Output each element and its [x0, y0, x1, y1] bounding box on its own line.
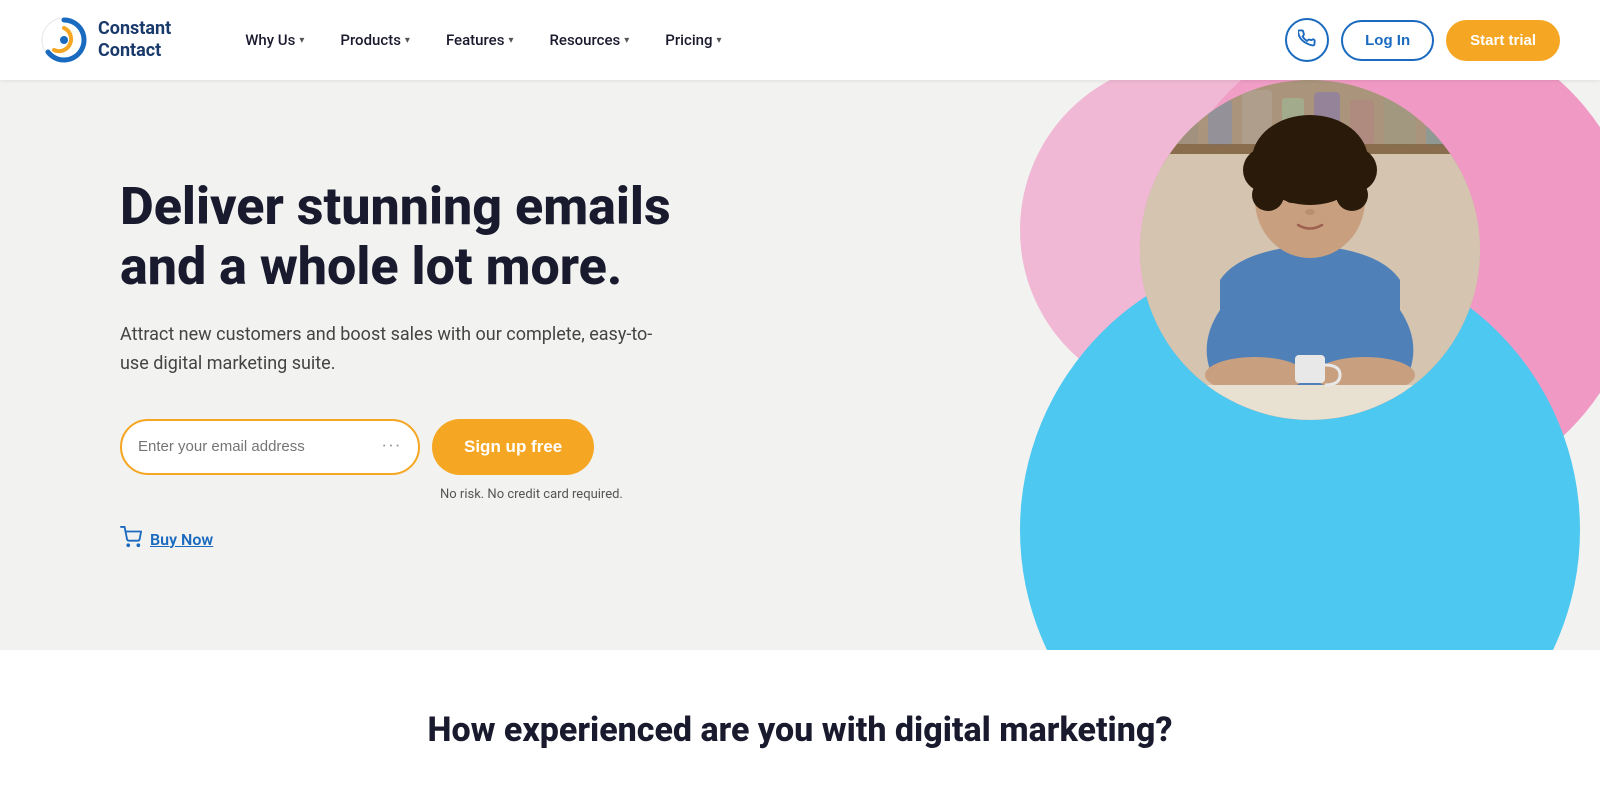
nav-item-pricing[interactable]: Pricing ▾ — [651, 23, 735, 57]
nav-item-resources[interactable]: Resources ▾ — [535, 23, 643, 57]
login-button[interactable]: Log In — [1341, 20, 1434, 61]
email-input[interactable] — [138, 438, 374, 455]
photo-circle — [1140, 80, 1480, 420]
nav-actions: Log In Start trial — [1285, 18, 1560, 62]
chevron-down-icon: ▾ — [717, 35, 722, 46]
nav-item-features[interactable]: Features ▾ — [432, 23, 528, 57]
logo[interactable]: Constant Contact — [40, 16, 171, 64]
buy-now-link[interactable]: Buy Now — [120, 526, 680, 553]
nav-label-products: Products — [340, 31, 401, 49]
nav-label-pricing: Pricing — [665, 31, 712, 49]
logo-text: Constant Contact — [98, 18, 171, 61]
navbar: Constant Contact Why Us ▾ Products ▾ Fea… — [0, 0, 1600, 80]
phone-icon — [1298, 29, 1316, 52]
nav-links: Why Us ▾ Products ▾ Features ▾ Resources… — [231, 23, 1285, 57]
chevron-down-icon: ▾ — [299, 35, 304, 46]
email-dots-icon: ··· — [382, 436, 402, 457]
person-illustration — [1140, 80, 1480, 420]
logo-icon — [40, 16, 88, 64]
bottom-title: How experienced are you with digital mar… — [40, 710, 1560, 750]
nav-label-whyus: Why Us — [245, 31, 295, 49]
hero-visual — [910, 80, 1600, 650]
nav-label-features: Features — [446, 31, 504, 49]
email-input-wrapper[interactable]: ··· — [120, 419, 420, 475]
bottom-section: How experienced are you with digital mar… — [0, 650, 1600, 810]
hero-title: Deliver stunning emails and a whole lot … — [120, 177, 680, 297]
logo-line2: Contact — [98, 40, 171, 62]
chevron-down-icon: ▾ — [405, 35, 410, 46]
nav-label-resources: Resources — [549, 31, 620, 49]
chevron-down-icon: ▾ — [624, 35, 629, 46]
logo-line1: Constant — [98, 18, 171, 40]
phone-button[interactable] — [1285, 18, 1329, 62]
hero-section: Deliver stunning emails and a whole lot … — [0, 80, 1600, 650]
cart-icon — [120, 526, 142, 553]
start-trial-button[interactable]: Start trial — [1446, 20, 1560, 61]
hero-subtitle: Attract new customers and boost sales wi… — [120, 321, 680, 379]
buy-now-label: Buy Now — [150, 530, 213, 549]
email-form: ··· Sign up free — [120, 419, 680, 475]
nav-item-whyus[interactable]: Why Us ▾ — [231, 23, 318, 57]
no-risk-text: No risk. No credit card required. — [440, 487, 680, 502]
signup-button[interactable]: Sign up free — [432, 419, 594, 475]
nav-item-products[interactable]: Products ▾ — [326, 23, 424, 57]
chevron-down-icon: ▾ — [508, 35, 513, 46]
hero-content: Deliver stunning emails and a whole lot … — [120, 177, 680, 552]
